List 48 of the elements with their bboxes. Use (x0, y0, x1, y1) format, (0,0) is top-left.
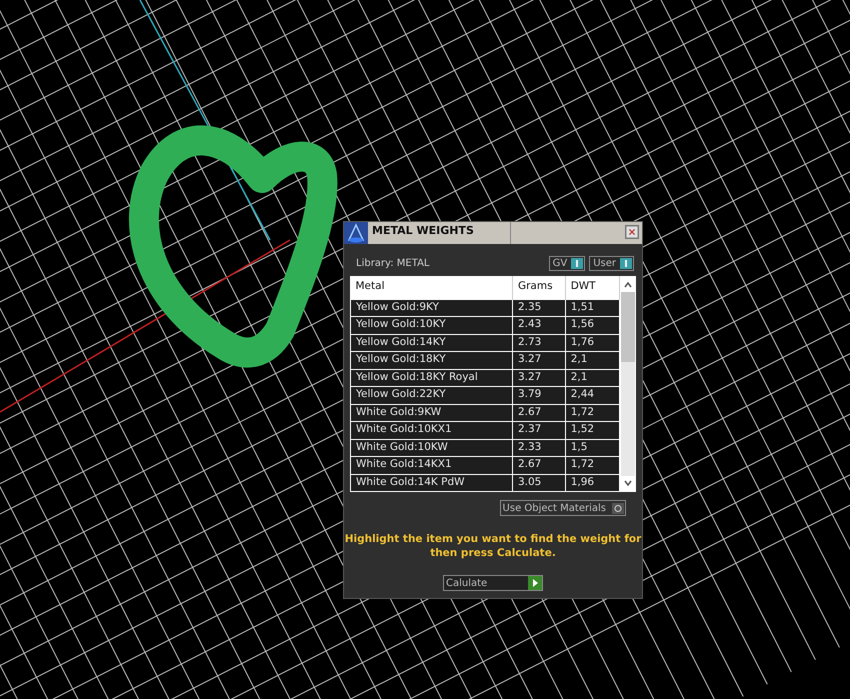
table-cell[interactable]: Yellow Gold:9KY (350, 299, 512, 316)
table-cell[interactable]: 1,76 (565, 334, 620, 352)
table-cell[interactable]: Yellow Gold:18KY Royal (350, 369, 512, 386)
table-cell[interactable]: 1,56 (565, 316, 620, 334)
table-cell[interactable]: 1,5 (565, 439, 620, 456)
scroll-up-icon[interactable] (623, 280, 634, 290)
table-cell[interactable]: White Gold:14KX1 (350, 456, 512, 474)
table-cell[interactable]: Yellow Gold:10KY (350, 316, 512, 334)
table-cell[interactable]: White Gold:14K PdW (350, 474, 512, 492)
close-icon[interactable] (625, 225, 639, 239)
filter-toggle[interactable]: User (589, 256, 634, 270)
table-cell[interactable]: White Gold:10KW (350, 439, 512, 456)
use-object-materials-toggle[interactable]: Use Object Materials (500, 500, 626, 516)
table-cell[interactable]: 2,1 (565, 369, 620, 386)
table-cell[interactable]: 1,52 (565, 422, 620, 439)
table-cell[interactable]: 2,44 (565, 386, 620, 404)
calculate-button[interactable]: Calulate (443, 575, 543, 591)
table-cell[interactable]: White Gold:9KW (350, 404, 512, 422)
library-label: Library: METAL (356, 256, 430, 270)
cone-logo-icon (344, 222, 368, 244)
table-cell[interactable]: 1,51 (565, 299, 620, 316)
table-cell[interactable]: Yellow Gold:14KY (350, 334, 512, 352)
filter-toggle[interactable]: GV (548, 256, 586, 270)
scrollbar-thumb[interactable] (621, 292, 636, 362)
table-cell[interactable]: 3.79 (512, 386, 566, 404)
play-icon (528, 576, 542, 590)
table-cell[interactable]: 2.67 (512, 456, 566, 474)
table-cell[interactable]: Yellow Gold:22KY (350, 386, 512, 404)
table-cell[interactable]: 3.27 (512, 352, 566, 369)
table-cell[interactable]: 3.27 (512, 369, 566, 386)
table-cell[interactable]: 2,1 (565, 352, 620, 369)
column-header[interactable]: DWT (565, 276, 620, 299)
table-cell[interactable]: 2.73 (512, 334, 566, 352)
table-cell[interactable]: 2.33 (512, 439, 566, 456)
table-cell[interactable]: 3.05 (512, 474, 566, 492)
table-cell[interactable]: Yellow Gold:18KY (350, 352, 512, 369)
instruction-text: Highlight the item you want to find the weight for then press Calculate. (344, 532, 642, 560)
scroll-down-icon[interactable] (623, 478, 634, 488)
table-cell[interactable]: White Gold:10KX1 (350, 422, 512, 439)
table-cell[interactable]: 2.35 (512, 299, 566, 316)
column-header[interactable]: Grams (512, 276, 566, 299)
window-title: METAL WEIGHTS (368, 222, 511, 244)
table-cell[interactable]: 1,72 (565, 456, 620, 474)
table-cell[interactable]: 1,72 (565, 404, 620, 422)
table-cell[interactable]: 1,96 (565, 474, 620, 492)
table-cell[interactable]: 2.43 (512, 316, 566, 334)
table-cell[interactable]: 2.67 (512, 404, 566, 422)
table-cell[interactable]: 2.37 (512, 422, 566, 439)
